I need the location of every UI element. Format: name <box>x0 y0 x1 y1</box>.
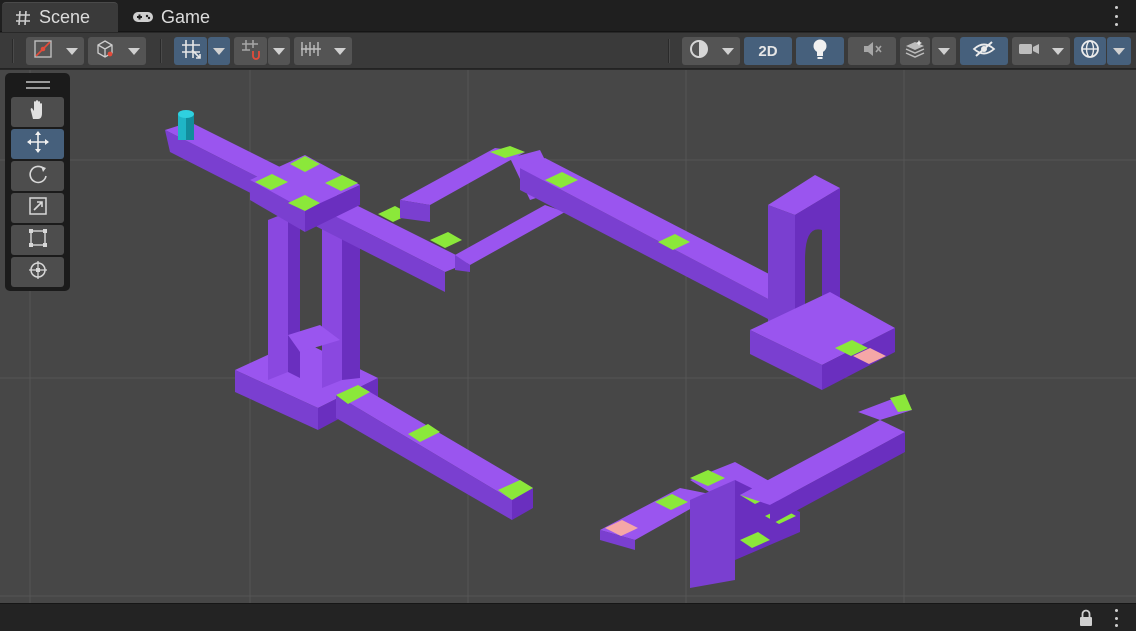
chevron-down-icon <box>127 47 140 55</box>
tab-bar: Scene Game <box>0 0 1136 32</box>
status-bar <box>0 603 1136 631</box>
chevron-down-icon <box>1052 47 1064 55</box>
grid-snap-icon <box>180 38 202 65</box>
right-arch[interactable] <box>750 175 895 390</box>
camera-icon <box>1018 41 1040 62</box>
draw-mode-dropdown[interactable] <box>26 37 84 65</box>
chevron-down-icon <box>273 47 285 55</box>
hidden-eye-icon <box>972 40 996 63</box>
scene-viewport[interactable] <box>0 70 1136 603</box>
effects-layers-icon <box>904 39 926 64</box>
draw-mode-icon <box>33 39 53 64</box>
upper-loop[interactable] <box>400 146 800 320</box>
gamepad-icon <box>132 8 154 26</box>
shading-dropdown[interactable] <box>88 37 146 65</box>
window-menu-button[interactable] <box>1112 6 1120 26</box>
rect-tool-button[interactable] <box>11 225 64 255</box>
grid-snap-toggle[interactable] <box>174 37 207 65</box>
grid-snap-dropdown[interactable] <box>208 37 230 65</box>
lower-right-structure[interactable] <box>600 394 912 588</box>
effects-dropdown[interactable] <box>932 37 956 65</box>
toggle-2d-button[interactable]: 2D <box>744 37 792 65</box>
overlay-drag-handle[interactable] <box>26 81 50 89</box>
rotate-tool-button[interactable] <box>11 161 64 191</box>
hand-tool-button[interactable] <box>11 97 64 127</box>
hidden-objects-toggle[interactable] <box>960 37 1008 65</box>
move-arrows-icon <box>26 130 50 159</box>
lower-left-bridge[interactable] <box>336 385 533 520</box>
hand-icon <box>27 99 49 126</box>
rect-transform-icon <box>27 227 49 254</box>
transform-icon <box>27 259 49 286</box>
gizmos-toggle[interactable] <box>1074 37 1106 65</box>
tab-label: Scene <box>39 7 91 27</box>
lighting-toggle[interactable] <box>796 37 844 65</box>
chevron-down-icon <box>938 47 950 55</box>
tab-scene[interactable]: Scene <box>2 2 118 32</box>
light-bulb-icon <box>811 38 829 65</box>
chevron-down-icon <box>721 47 734 55</box>
sphere-shading-icon <box>689 39 709 64</box>
increment-snap-icon <box>240 38 262 65</box>
chevron-down-icon <box>213 47 225 55</box>
increment-snap-dropdown[interactable] <box>268 37 290 65</box>
tools-overlay <box>5 73 70 291</box>
rotate-icon <box>27 163 49 190</box>
scale-tool-button[interactable] <box>11 193 64 223</box>
audio-toggle[interactable] <box>848 37 896 65</box>
gizmos-globe-icon <box>1079 38 1101 65</box>
hash-icon <box>14 9 32 27</box>
ruler-dropdown[interactable] <box>294 37 352 65</box>
scene-toolbar: 2D <box>0 33 1136 69</box>
render-mode-dropdown[interactable] <box>682 37 740 65</box>
camera-dropdown[interactable] <box>1012 37 1070 65</box>
kebab-menu-icon[interactable] <box>1112 609 1120 627</box>
chevron-down-icon <box>1113 47 1125 55</box>
ruler-icon <box>300 40 322 63</box>
effects-toggle[interactable] <box>900 37 930 65</box>
shaded-cube-icon <box>95 39 115 64</box>
chevron-down-icon <box>334 47 346 55</box>
scale-icon <box>27 195 49 222</box>
tab-label: Game <box>161 6 211 27</box>
unity-scene-window: Scene Game 2D <box>0 0 1136 631</box>
mode-2d-label: 2D <box>758 42 778 60</box>
lock-icon[interactable] <box>1078 609 1096 627</box>
move-tool-button[interactable] <box>11 129 64 159</box>
player-cylinder[interactable] <box>178 110 194 140</box>
audio-mute-icon <box>861 39 883 64</box>
tab-game[interactable]: Game <box>120 2 230 32</box>
chevron-down-icon <box>65 47 78 55</box>
increment-snap-toggle[interactable] <box>234 37 267 65</box>
transform-tool-button[interactable] <box>11 257 64 287</box>
gizmos-dropdown[interactable] <box>1107 37 1131 65</box>
